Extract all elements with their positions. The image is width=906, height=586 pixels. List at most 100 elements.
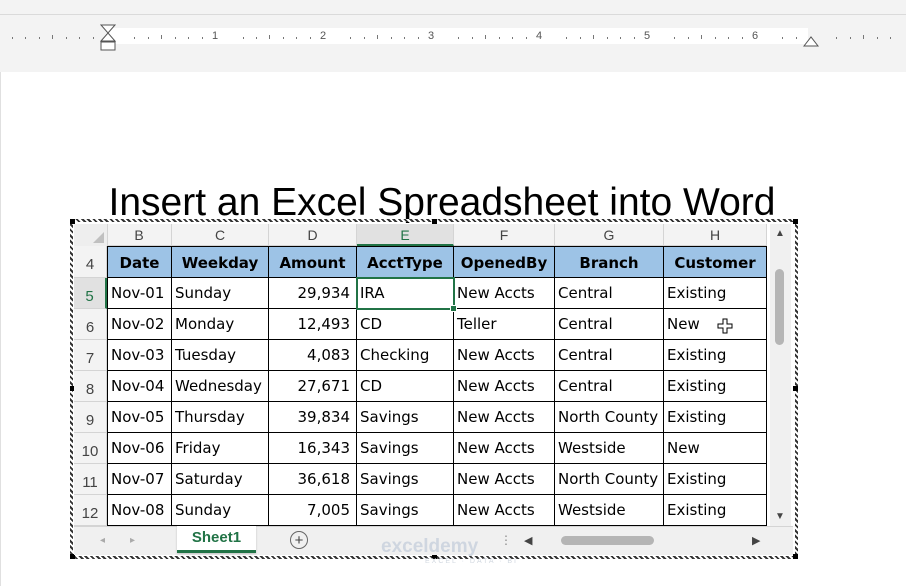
scroll-down-icon[interactable]: ▼ <box>775 511 785 522</box>
scroll-right-icon[interactable]: ▶ <box>752 534 760 547</box>
table-cell-date[interactable]: Nov-05 <box>107 402 172 433</box>
table-cell-amount[interactable]: 12,493 <box>269 309 357 340</box>
resize-handle-top-right[interactable] <box>793 219 798 224</box>
table-cell-weekday[interactable]: Sunday <box>172 278 269 309</box>
select-all-corner[interactable] <box>74 224 108 247</box>
next-sheet-icon[interactable]: ▸ <box>130 535 135 546</box>
right-indent-marker-icon[interactable] <box>802 34 820 48</box>
table-cell-date[interactable]: Nov-04 <box>107 371 172 402</box>
header-cell-branch[interactable]: Branch <box>555 246 664 278</box>
table-cell-accttype[interactable]: IRA <box>357 278 454 309</box>
table-cell-accttype[interactable]: Savings <box>357 402 454 433</box>
resize-handle-right[interactable] <box>793 386 798 391</box>
table-cell-accttype[interactable]: Savings <box>357 464 454 495</box>
watermark-name: exceldemy <box>381 536 479 557</box>
table-cell-weekday[interactable]: Friday <box>172 433 269 464</box>
table-cell-openedby[interactable]: New Accts <box>454 464 555 495</box>
table-cell-customer[interactable]: Existing <box>664 278 767 309</box>
table-cell-branch[interactable]: Central <box>555 340 664 371</box>
sheet-tab-sheet1[interactable]: Sheet1 <box>177 526 256 553</box>
table-cell-accttype[interactable]: CD <box>357 371 454 402</box>
table-cell-customer[interactable]: New <box>664 309 767 340</box>
header-cell-weekday[interactable]: Weekday <box>172 246 269 278</box>
table-cell-date[interactable]: Nov-02 <box>107 309 172 340</box>
table-cell-date[interactable]: Nov-01 <box>107 278 172 309</box>
table-cell-customer[interactable]: Existing <box>664 402 767 433</box>
table-cell-amount[interactable]: 29,934 <box>269 278 357 309</box>
header-cell-customer[interactable]: Customer <box>664 246 767 278</box>
table-cell-customer[interactable]: Existing <box>664 495 767 526</box>
column-header-d[interactable]: D <box>269 224 357 246</box>
vertical-scroll-thumb[interactable] <box>775 269 784 345</box>
prev-sheet-icon[interactable]: ◂ <box>100 535 105 546</box>
horizontal-scroll-thumb[interactable] <box>561 536 654 545</box>
table-cell-date[interactable]: Nov-08 <box>107 495 172 526</box>
table-cell-weekday[interactable]: Saturday <box>172 464 269 495</box>
table-cell-weekday[interactable]: Thursday <box>172 402 269 433</box>
row-header-11[interactable]: 11 <box>74 464 107 495</box>
add-sheet-icon[interactable]: + <box>290 531 308 549</box>
table-cell-accttype[interactable]: Checking <box>357 340 454 371</box>
header-cell-amount[interactable]: Amount <box>269 246 357 278</box>
column-header-f[interactable]: F <box>454 224 555 246</box>
table-cell-amount[interactable]: 7,005 <box>269 495 357 526</box>
table-cell-customer[interactable]: New <box>664 433 767 464</box>
table-cell-openedby[interactable]: New Accts <box>454 495 555 526</box>
horizontal-ruler[interactable]: 1 2 3 4 5 6 <box>0 25 906 45</box>
header-cell-accttype[interactable]: AcctType <box>357 246 454 278</box>
table-cell-branch[interactable]: Westside <box>555 433 664 464</box>
header-cell-openedby[interactable]: OpenedBy <box>454 246 555 278</box>
table-cell-openedby[interactable]: New Accts <box>454 371 555 402</box>
table-cell-branch[interactable]: North County <box>555 464 664 495</box>
table-cell-accttype[interactable]: Savings <box>357 433 454 464</box>
tab-split-dots-icon[interactable]: ⋮ <box>500 533 512 547</box>
row-header-12[interactable]: 12 <box>74 495 107 526</box>
table-cell-openedby[interactable]: New Accts <box>454 278 555 309</box>
row-header-4[interactable]: 4 <box>74 246 107 278</box>
column-header-g[interactable]: G <box>555 224 664 246</box>
table-cell-amount[interactable]: 4,083 <box>269 340 357 371</box>
column-header-e[interactable]: E <box>357 224 454 246</box>
table-cell-openedby[interactable]: New Accts <box>454 340 555 371</box>
table-cell-amount[interactable]: 36,618 <box>269 464 357 495</box>
table-cell-date[interactable]: Nov-06 <box>107 433 172 464</box>
vertical-scrollbar[interactable]: ▲ ▼ <box>770 224 791 526</box>
table-cell-branch[interactable]: Central <box>555 371 664 402</box>
row-header-9[interactable]: 9 <box>74 402 107 433</box>
resize-handle-bottom-right[interactable] <box>793 554 798 559</box>
row-header-8[interactable]: 8 <box>74 371 107 402</box>
table-cell-weekday[interactable]: Wednesday <box>172 371 269 402</box>
table-cell-branch[interactable]: Central <box>555 278 664 309</box>
table-cell-openedby[interactable]: New Accts <box>454 402 555 433</box>
row-header-7[interactable]: 7 <box>74 340 107 371</box>
table-cell-amount[interactable]: 16,343 <box>269 433 357 464</box>
indent-marker-icon[interactable] <box>98 24 118 52</box>
column-header-h[interactable]: H <box>664 224 767 246</box>
row-header-10[interactable]: 10 <box>74 433 107 464</box>
table-cell-customer[interactable]: Existing <box>664 371 767 402</box>
table-cell-amount[interactable]: 39,834 <box>269 402 357 433</box>
table-cell-openedby[interactable]: New Accts <box>454 433 555 464</box>
table-cell-weekday[interactable]: Tuesday <box>172 340 269 371</box>
excel-sheet[interactable]: B C D E F G H 4 5 6 7 8 9 10 11 12 Date W… <box>74 224 793 555</box>
table-cell-customer[interactable]: Existing <box>664 464 767 495</box>
table-cell-customer[interactable]: Existing <box>664 340 767 371</box>
table-cell-branch[interactable]: Central <box>555 309 664 340</box>
column-header-c[interactable]: C <box>172 224 269 246</box>
column-header-b[interactable]: B <box>107 224 172 246</box>
table-cell-date[interactable]: Nov-03 <box>107 340 172 371</box>
table-cell-branch[interactable]: North County <box>555 402 664 433</box>
table-cell-date[interactable]: Nov-07 <box>107 464 172 495</box>
row-header-5[interactable]: 5 <box>74 278 107 309</box>
table-cell-weekday[interactable]: Monday <box>172 309 269 340</box>
table-cell-openedby[interactable]: Teller <box>454 309 555 340</box>
table-cell-branch[interactable]: Westside <box>555 495 664 526</box>
header-cell-date[interactable]: Date <box>107 246 172 278</box>
row-header-6[interactable]: 6 <box>74 309 107 340</box>
scroll-left-icon[interactable]: ◀ <box>524 534 532 547</box>
table-cell-amount[interactable]: 27,671 <box>269 371 357 402</box>
table-cell-accttype[interactable]: Savings <box>357 495 454 526</box>
table-cell-weekday[interactable]: Sunday <box>172 495 269 526</box>
table-cell-accttype[interactable]: CD <box>357 309 454 340</box>
scroll-up-icon[interactable]: ▲ <box>775 228 785 239</box>
